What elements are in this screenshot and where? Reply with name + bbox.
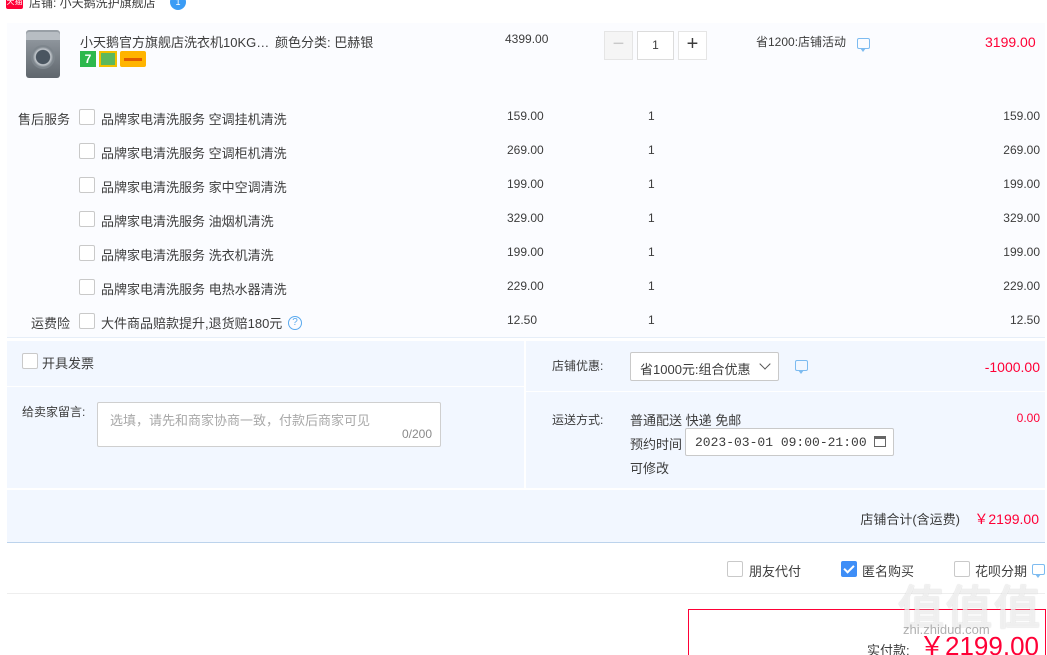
service-total: 199.00 bbox=[1003, 245, 1040, 259]
service-price: 229.00 bbox=[507, 279, 544, 293]
insurance-checkbox[interactable] bbox=[79, 313, 95, 329]
store-discount-select[interactable]: 省1000元:组合优惠 bbox=[630, 352, 779, 381]
appointment-date-value: 2023-03-01 09:00-21:00 bbox=[695, 435, 867, 450]
calendar-icon[interactable] bbox=[874, 436, 886, 447]
shipping-method: 普通配送 快递 免邮 bbox=[630, 413, 742, 428]
insurance-qty: 1 bbox=[648, 313, 655, 327]
service-checkbox[interactable] bbox=[79, 143, 95, 159]
invoice-checkbox[interactable] bbox=[22, 353, 38, 369]
invoice-label[interactable]: 开具发票 bbox=[42, 353, 94, 372]
store-total-value: ￥2199.00 bbox=[974, 511, 1039, 527]
credit-card-icon bbox=[120, 51, 146, 67]
service-price: 199.00 bbox=[507, 177, 544, 191]
divider bbox=[7, 593, 1045, 594]
service-total: 269.00 bbox=[1003, 143, 1040, 157]
store-discount-label: 店铺优惠: bbox=[552, 359, 604, 373]
service-price: 199.00 bbox=[507, 245, 544, 259]
product-thumbnail[interactable] bbox=[20, 30, 65, 82]
service-row: 品牌家电清洗服务 电热水器清洗 229.00 1 229.00 bbox=[0, 277, 1047, 297]
service-qty: 1 bbox=[648, 279, 655, 293]
friend-pay-label[interactable]: 朋友代付 bbox=[749, 561, 801, 580]
message-char-count: 0/200 bbox=[401, 427, 432, 441]
service-checkbox[interactable] bbox=[79, 211, 95, 227]
seven-day-return-icon: 7 bbox=[80, 51, 96, 67]
service-price: 269.00 bbox=[507, 143, 544, 157]
service-row: 品牌家电清洗服务 洗衣机清洗 199.00 1 199.00 bbox=[0, 243, 1047, 263]
service-checkbox[interactable] bbox=[79, 109, 95, 125]
service-qty: 1 bbox=[648, 177, 655, 191]
editable-note: 可修改 bbox=[630, 461, 670, 476]
chevron-down-icon bbox=[759, 358, 771, 370]
discount-info-icon[interactable] bbox=[795, 360, 808, 374]
store-discount-value: 省1000元:组合优惠 bbox=[640, 362, 751, 377]
message-placeholder: 选填，请先和商家协商一致，付款后商家可见 bbox=[110, 413, 371, 428]
service-row: 品牌家电清洗服务 油烟机清洗 329.00 1 329.00 bbox=[0, 209, 1047, 229]
service-checkbox[interactable] bbox=[79, 279, 95, 295]
friend-pay-checkbox[interactable] bbox=[727, 561, 743, 577]
service-section-label: 售后服务 bbox=[17, 112, 70, 127]
service-qty: 1 bbox=[648, 245, 655, 259]
service-total: 329.00 bbox=[1003, 211, 1040, 225]
watermark-url: zhi.zhidud.com bbox=[903, 622, 990, 637]
store-badge-icon[interactable]: 1 bbox=[170, 0, 186, 10]
product-title[interactable]: 小天鹅官方旗舰店洗衣机10KG… bbox=[80, 32, 269, 51]
shipping-label: 运送方式: bbox=[552, 413, 604, 427]
guarantee-icon bbox=[99, 51, 117, 67]
service-name: 品牌家电清洗服务 空调挂机清洗 bbox=[101, 112, 287, 127]
insurance-name: 大件商品赔款提升,退货赔180元 bbox=[101, 316, 283, 331]
insurance-price: 12.50 bbox=[507, 313, 538, 327]
service-qty: 1 bbox=[648, 109, 655, 123]
message-label: 给卖家留言: bbox=[22, 405, 86, 419]
help-icon[interactable]: ? bbox=[288, 316, 302, 330]
quantity-input[interactable]: 1 bbox=[637, 31, 674, 60]
insurance-label: 运费险 bbox=[30, 316, 70, 331]
divider bbox=[7, 386, 524, 387]
increase-quantity-button[interactable]: + bbox=[678, 31, 707, 60]
service-checkbox[interactable] bbox=[79, 245, 95, 261]
anonymous-checkbox[interactable] bbox=[841, 561, 857, 577]
order-delivery-panel bbox=[526, 341, 1045, 488]
promotion-text: 省1200:店铺活动 bbox=[756, 35, 847, 49]
promo-info-icon[interactable] bbox=[857, 38, 870, 52]
payment-label: 实付款: bbox=[867, 643, 910, 655]
tmall-logo-icon: 天猫 bbox=[6, 0, 23, 9]
product-badges: 7 bbox=[80, 51, 146, 67]
service-qty: 1 bbox=[648, 143, 655, 157]
service-name: 品牌家电清洗服务 洗衣机清洗 bbox=[101, 248, 274, 263]
service-qty: 1 bbox=[648, 211, 655, 225]
product-color-variant: 颜色分类: 巴赫银 bbox=[275, 35, 374, 50]
service-total: 199.00 bbox=[1003, 177, 1040, 191]
store-name[interactable]: 店铺: 小天鹅洗护旗舰店 bbox=[29, 0, 156, 11]
decrease-quantity-button[interactable]: − bbox=[604, 31, 633, 60]
service-total: 159.00 bbox=[1003, 109, 1040, 123]
shipping-fee: 0.00 bbox=[1016, 411, 1040, 425]
insurance-row: 运费险 大件商品赔款提升,退货赔180元 ? 12.50 1 12.50 bbox=[0, 311, 1047, 331]
appointment-date-input[interactable]: 2023-03-01 09:00-21:00 bbox=[685, 428, 894, 456]
seller-message-input[interactable]: 选填，请先和商家协商一致，付款后商家可见 0/200 bbox=[97, 402, 441, 447]
divider bbox=[526, 391, 1045, 392]
service-row: 品牌家电清洗服务 家中空调清洗 199.00 1 199.00 bbox=[0, 175, 1047, 195]
service-price: 159.00 bbox=[507, 109, 544, 123]
payment-options: 朋友代付 匿名购买 花呗分期 bbox=[0, 558, 1047, 582]
service-name: 品牌家电清洗服务 电热水器清洗 bbox=[101, 282, 287, 297]
service-name: 品牌家电清洗服务 家中空调清洗 bbox=[101, 180, 287, 195]
service-row: 品牌家电清洗服务 空调柜机清洗 269.00 1 269.00 bbox=[0, 141, 1047, 161]
unit-price: 4399.00 bbox=[505, 32, 549, 46]
store-total-label: 店铺合计(含运费) bbox=[860, 512, 960, 527]
store-summary-row: 店铺合计(含运费) ￥2199.00 bbox=[7, 490, 1045, 543]
service-name: 品牌家电清洗服务 空调柜机清洗 bbox=[101, 146, 287, 161]
discount-amount: -1000.00 bbox=[984, 359, 1040, 375]
insurance-total: 12.50 bbox=[1009, 313, 1040, 327]
appointment-label: 预约时间 bbox=[630, 437, 683, 452]
service-row: 售后服务 品牌家电清洗服务 空调挂机清洗 159.00 1 159.00 bbox=[0, 107, 1047, 127]
service-name: 品牌家电清洗服务 油烟机清洗 bbox=[101, 214, 274, 229]
service-checkbox[interactable] bbox=[79, 177, 95, 193]
quantity-stepper: − 1 + bbox=[604, 31, 707, 60]
service-price: 329.00 bbox=[507, 211, 544, 225]
item-subtotal: 3199.00 bbox=[985, 34, 1036, 50]
service-total: 229.00 bbox=[1003, 279, 1040, 293]
